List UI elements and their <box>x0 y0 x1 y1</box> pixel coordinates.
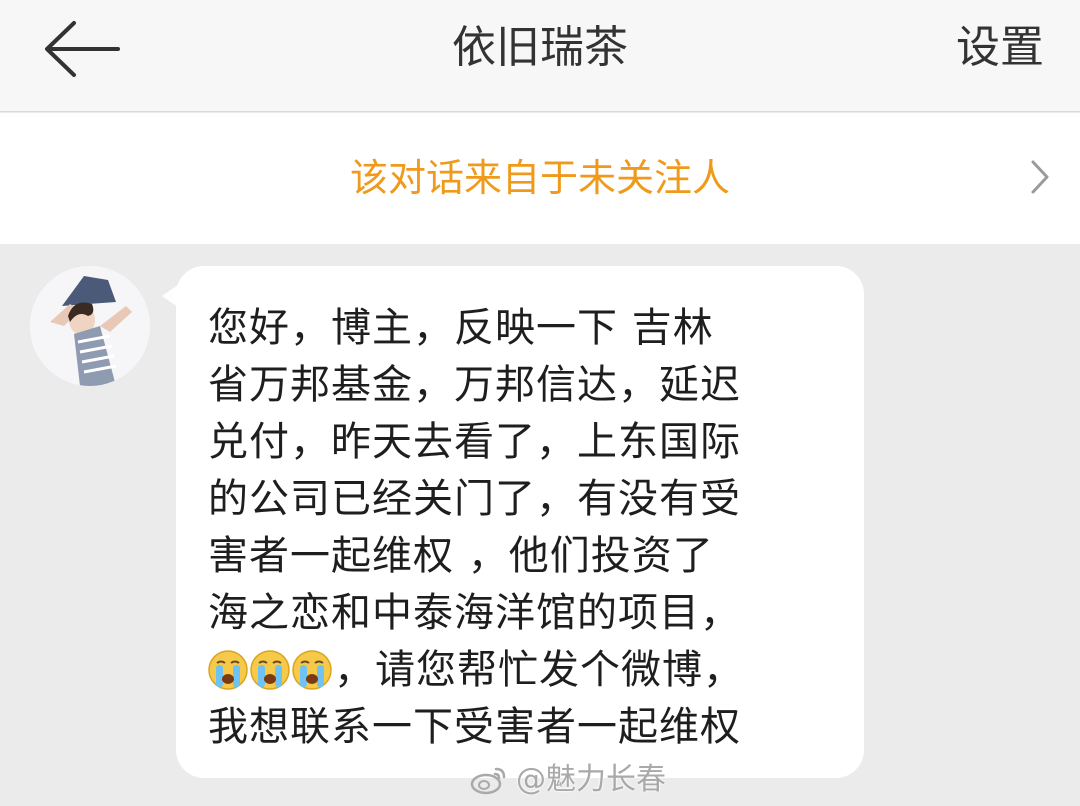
message-line: 我想联系一下受害者一起维权 <box>208 704 741 750</box>
settings-button[interactable]: 设置 <box>956 18 1044 78</box>
arrow-left-icon <box>45 21 120 77</box>
message-bubble[interactable]: 您好，博主，反映一下 吉林 省万邦基金，万邦信达，延迟 兑付，昨天去看了，上东国… <box>176 266 864 778</box>
page-title: 依旧瑞茶 <box>452 22 628 73</box>
message-line: 害者一起维权 ，他们投资了 <box>208 533 714 579</box>
back-button[interactable] <box>40 18 124 80</box>
avatar[interactable] <box>30 266 150 386</box>
message-line: 兑付，昨天去看了，上东国际 <box>208 419 741 465</box>
message-line-with-emoji: ，请您帮忙发个微博， <box>208 642 838 699</box>
message-line: 您好，博主，反映一下 吉林 <box>208 305 714 351</box>
chevron-right-icon <box>1030 159 1050 195</box>
message-text: 您好，博主，反映一下 吉林 省万邦基金，万邦信达，延迟 兑付，昨天去看了，上东国… <box>208 300 838 756</box>
message-line: 的公司已经关门了，有没有受 <box>208 476 741 522</box>
crying-face-icon <box>208 650 248 690</box>
weibo-logo-icon <box>470 767 506 795</box>
stranger-notice-bar[interactable]: 该对话来自于未关注人 <box>0 113 1080 244</box>
message-line: 海之恋和中泰海洋馆的项目， <box>208 590 741 636</box>
stranger-notice-text: 该对话来自于未关注人 <box>349 156 730 200</box>
message-line-text: ，请您帮忙发个微博， <box>334 647 744 693</box>
crying-face-icon <box>250 650 290 690</box>
watermark-text: @魅力长春 <box>516 762 666 797</box>
crying-face-icon <box>292 650 332 690</box>
top-navigation-bar: 依旧瑞茶 设置 <box>0 0 1080 112</box>
message-line: 省万邦基金，万邦信达，延迟 <box>208 362 741 408</box>
watermark: @魅力长春 <box>470 760 666 800</box>
